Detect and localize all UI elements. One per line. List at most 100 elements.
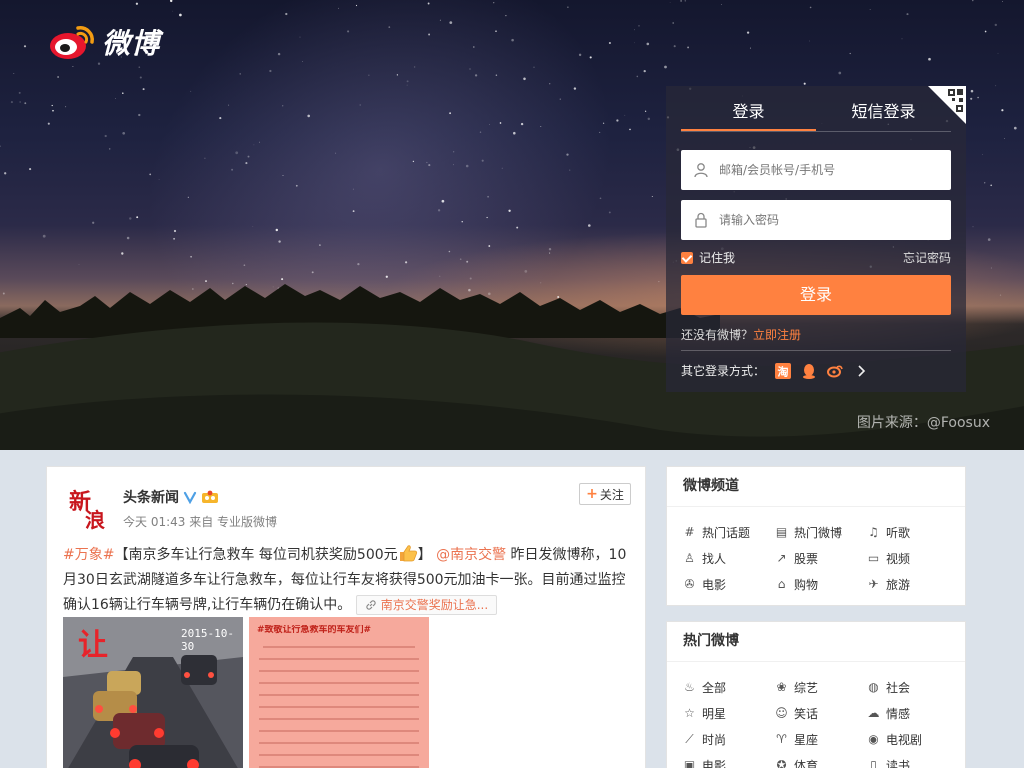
remember-checkbox[interactable] (681, 251, 693, 264)
login-button[interactable]: 登录 (681, 275, 951, 315)
star-dot (499, 122, 502, 124)
star-dot (126, 236, 130, 240)
username-input[interactable] (719, 163, 951, 177)
password-input[interactable] (719, 213, 951, 227)
tag-icon: ⌂ (777, 577, 786, 591)
star-dot (1004, 138, 1006, 139)
star-dot (104, 134, 107, 138)
weibo-eye-icon (50, 26, 94, 59)
star-dot (972, 226, 974, 228)
star-dot (311, 271, 314, 274)
star-dot (138, 113, 141, 117)
star-dot (493, 2, 495, 4)
star-dot (57, 76, 59, 78)
channel-item-movies[interactable]: ✇ 电影 (683, 571, 775, 597)
hot-item-fashion[interactable]: ⟋ 时尚 (683, 726, 775, 752)
star-dot (578, 53, 582, 57)
star-dot (982, 153, 983, 155)
star-dot (278, 240, 281, 243)
channel-item-stocks[interactable]: ↗ 股票 (775, 545, 867, 571)
author-name[interactable]: 头条新闻 (123, 487, 179, 507)
other-login-label: 其它登录方式： (681, 364, 766, 378)
star-dot (990, 184, 993, 187)
star-dot (359, 104, 361, 106)
hot-item-emotion[interactable]: ☁ 情感 (867, 700, 959, 726)
channel-item-hot-topics[interactable]: # 热门话题 (683, 519, 775, 545)
follow-button[interactable]: + 关注 (579, 483, 631, 505)
star-dot (508, 209, 511, 212)
star-dot (204, 157, 206, 159)
hot-item-variety[interactable]: ❀ 综艺 (775, 674, 867, 700)
star-dot (548, 247, 552, 251)
star-dot (136, 216, 139, 219)
star-dot (247, 155, 250, 158)
star-dot (469, 68, 471, 70)
star-dot (338, 7, 339, 9)
weibo-logo[interactable]: 微博 (48, 22, 160, 62)
star-dot (285, 12, 288, 16)
channel-item-hot-weibo[interactable]: ▤ 热门微博 (775, 519, 867, 545)
image-timestamp: 2015-10-30 (181, 627, 234, 653)
channel-item-shopping[interactable]: ⌂ 购物 (775, 571, 867, 597)
star-dot (549, 252, 551, 254)
star-dot (624, 114, 626, 116)
hot-item-reading[interactable]: ▯ 读书 (867, 752, 959, 768)
hot-item-stars[interactable]: ☆ 明星 (683, 700, 775, 726)
taobao-icon[interactable]: 淘 (775, 362, 792, 379)
star-dot (513, 131, 516, 135)
star-dot (406, 80, 409, 83)
mention-link[interactable]: @南京交警 (436, 547, 506, 563)
hot-item-sports[interactable]: ✪ 体育 (775, 752, 867, 768)
star-dot (638, 25, 640, 27)
article-link[interactable]: 南京交警奖励让急... (355, 595, 498, 615)
channel-item-music[interactable]: ♫ 听歌 (867, 519, 959, 545)
hot-item-tv-series[interactable]: ◉ 电视剧 (867, 726, 959, 752)
svg-text:浪: 浪 (85, 508, 105, 531)
star-dot (838, 71, 842, 75)
chevron-right-icon[interactable] (853, 363, 869, 379)
star-dot (448, 250, 451, 253)
avatar[interactable]: 新 浪 (65, 481, 115, 531)
channel-item-find-people[interactable]: ♙ 找人 (683, 545, 775, 571)
star-dot (589, 56, 592, 59)
hot-item-horoscope[interactable]: ♈ 星座 (775, 726, 867, 752)
star-dot (355, 4, 358, 7)
tianyi-icon[interactable] (827, 363, 843, 379)
channel-item-travel[interactable]: ✈ 旅游 (867, 571, 959, 597)
star-dot (108, 148, 111, 150)
post-image-notice[interactable]: #致敬让行急救车的车友们# (249, 617, 429, 768)
star-dot (647, 117, 651, 121)
channel-item-video[interactable]: ▭ 视频 (867, 545, 959, 571)
star-dot (523, 77, 526, 81)
star-dot (173, 229, 177, 233)
star-dot (972, 0, 974, 2)
star-dot (335, 152, 337, 154)
post-image-traffic[interactable]: 让 2015-10-30 (63, 617, 243, 768)
hot-item-movies[interactable]: ▣ 电影 (683, 752, 775, 768)
star-dot (1001, 109, 1004, 112)
qr-code-icon[interactable] (928, 86, 966, 124)
star-dot (540, 126, 542, 127)
star-dot (749, 47, 751, 49)
tab-login[interactable]: 登录 (681, 98, 816, 131)
aries-icon: ♈ (776, 732, 787, 746)
star-dot (573, 87, 577, 90)
star-dot (228, 104, 230, 106)
star-dot (680, 0, 682, 2)
star-dot (439, 19, 441, 21)
star-dot (235, 151, 239, 155)
hot-item-society[interactable]: ◍ 社会 (867, 674, 959, 700)
signup-link[interactable]: 立即注册 (753, 328, 801, 342)
hot-item-jokes[interactable]: ☺ 笑话 (775, 700, 867, 726)
qq-icon[interactable] (801, 363, 817, 379)
hot-item-all[interactable]: ♨ 全部 (683, 674, 775, 700)
topic-link[interactable]: #万象# (63, 547, 114, 563)
star-dot (0, 145, 1, 147)
star-dot (520, 122, 524, 126)
star-dot (809, 6, 812, 9)
variety-icon: ❀ (776, 680, 787, 694)
star-dot (4, 172, 7, 175)
forgot-password-link[interactable]: 忘记密码 (903, 249, 951, 266)
star-dot (524, 270, 528, 273)
remember-me[interactable]: 记住我 (681, 249, 735, 266)
